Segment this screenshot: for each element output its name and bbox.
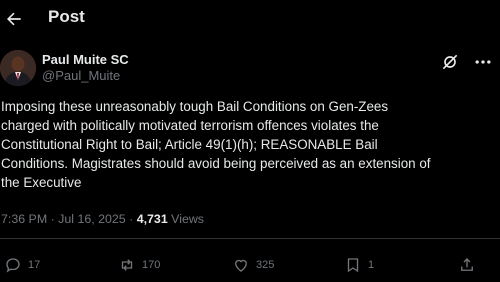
repost-button[interactable]: 170 [118, 254, 160, 276]
meta-separator: · [47, 212, 59, 226]
back-arrow-icon[interactable] [4, 9, 24, 29]
post-time[interactable]: 7:36 PM [1, 212, 47, 226]
like-button[interactable]: 325 [232, 254, 274, 276]
reply-count: 17 [28, 259, 41, 271]
views-count: 4,731 [136, 212, 168, 226]
post-meta: 7:36 PM · Jul 16, 2025 · 4,731 Views [1, 212, 204, 226]
reply-icon [6, 258, 20, 273]
share-icon [461, 258, 473, 271]
repost-count: 170 [142, 259, 161, 271]
top-bar: Post [0, 0, 500, 36]
meta-separator: · [125, 212, 137, 226]
heart-icon [235, 259, 247, 272]
views-label: Views [167, 212, 204, 226]
more-options-icon[interactable] [472, 52, 494, 72]
like-count: 325 [256, 259, 275, 271]
bookmark-count: 1 [368, 259, 375, 271]
page-title: Post [48, 7, 85, 26]
repost-icon [121, 259, 133, 271]
reply-button[interactable]: 17 [4, 254, 40, 276]
grok-icon[interactable] [440, 52, 460, 72]
bookmark-button[interactable]: 1 [344, 254, 374, 276]
author-row: Paul Muite SC @Paul_Muite [0, 48, 500, 88]
action-bar: 17 170 325 1 [0, 254, 500, 276]
author-handle[interactable]: @Paul_Muite [42, 68, 120, 83]
post-date[interactable]: Jul 16, 2025 [58, 212, 126, 226]
avatar[interactable] [0, 50, 36, 86]
author-name[interactable]: Paul Muite SC [42, 52, 129, 67]
bookmark-icon [347, 258, 359, 273]
post-text: Imposing these unreasonably tough Bail C… [1, 99, 431, 190]
share-button[interactable] [458, 254, 476, 276]
divider [0, 238, 500, 239]
